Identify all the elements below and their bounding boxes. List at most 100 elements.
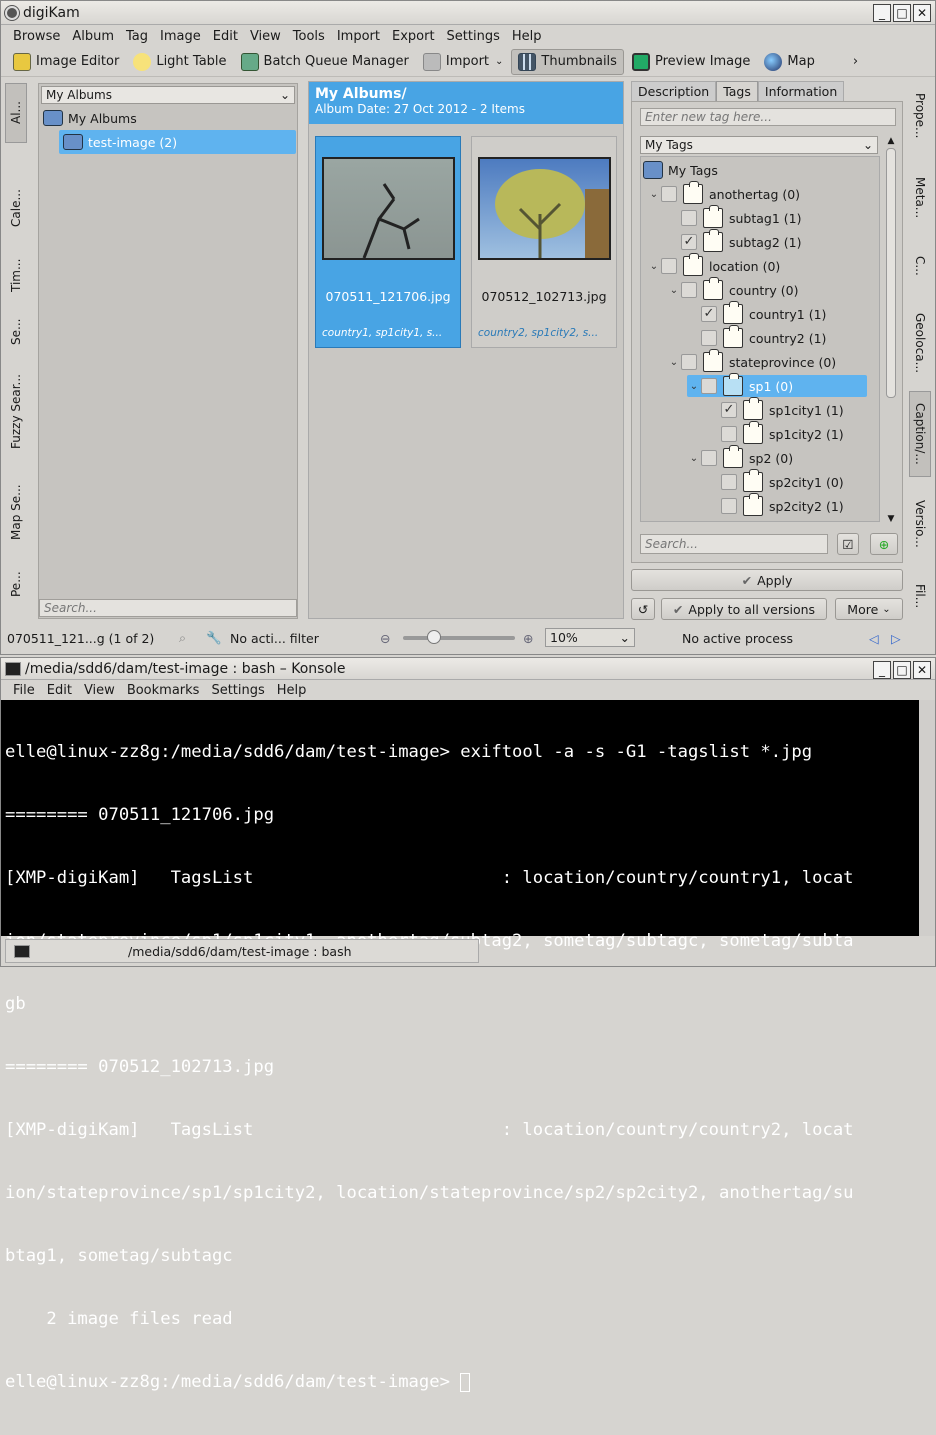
tab-fuzzy-search[interactable]: Fuzzy Sear... [5,365,27,459]
image-editor-button[interactable]: Image Editor [7,49,125,75]
tab-colors[interactable]: C... [909,243,931,289]
tag-checkbox[interactable] [701,378,717,394]
menu-view[interactable]: View [78,683,121,698]
new-tag-input[interactable]: Enter new tag here... [640,108,896,126]
minimize-button[interactable]: _ [873,4,891,22]
tab-map-search[interactable]: Map Se... [5,481,27,543]
import-button[interactable]: Import ⌄ [417,49,510,75]
batch-queue-button[interactable]: Batch Queue Manager [235,49,415,75]
thumbnail-item[interactable]: 070511_121706.jpg country1, sp1city1, s.… [315,136,461,348]
maximize-button[interactable]: □ [893,4,911,22]
menu-edit[interactable]: Edit [207,29,244,44]
tab-description[interactable]: Description [631,81,717,101]
tag-tree-scrollbar[interactable]: ▲ ▼ [884,136,898,524]
tag-checkbox[interactable] [721,426,737,442]
chevron-down-icon[interactable]: ⌄ [687,453,701,464]
tab-people[interactable]: Pe... [5,567,27,601]
scroll-up-icon[interactable]: ▲ [884,136,898,146]
tag-tree-item[interactable]: ⌄ sp2 (0) [687,445,793,469]
tag-checkbox[interactable] [721,474,737,490]
tag-checklist-button[interactable]: ☑ [837,533,859,555]
konsole-titlebar[interactable]: /media/sdd6/dam/test-image : bash – Kons… [1,658,935,680]
tag-tree-root[interactable]: My Tags [643,159,718,181]
zoom-slider[interactable] [403,630,515,644]
zoom-out-icon[interactable]: ⊖ [380,631,390,646]
chevron-down-icon[interactable]: ⌄ [687,381,701,392]
terminal-output[interactable]: elle@linux-zz8g:/media/sdd6/dam/test-ima… [1,700,919,1392]
tag-tree-item[interactable]: country2 (1) [687,325,826,349]
menu-import[interactable]: Import [331,29,386,44]
tag-search-input[interactable]: Search... [640,534,828,554]
menu-help[interactable]: Help [271,683,313,698]
tag-tree-item[interactable]: subtag1 (1) [667,205,802,229]
tag-checkbox[interactable] [701,330,717,346]
terminal-scrollbar[interactable] [919,700,935,936]
tag-checkbox[interactable] [721,498,737,514]
more-button[interactable]: More ⌄ [835,598,903,620]
tag-checkbox[interactable] [701,450,717,466]
menu-browse[interactable]: Browse [7,29,66,44]
tab-search[interactable]: Se... [5,315,27,349]
menu-image[interactable]: Image [154,29,207,44]
albums-combo[interactable]: My Albums ⌄ [41,86,295,104]
chevron-down-icon[interactable]: ⌄ [647,189,661,200]
tag-tree-item[interactable]: ✓ subtag2 (1) [667,229,802,253]
thumbnails-button[interactable]: Thumbnails [511,48,624,75]
filter-icon[interactable]: ⌕ [179,630,186,646]
thumbnail-item[interactable]: 070512_102713.jpg country2, sp1city2, s.… [471,136,617,348]
preview-image-button[interactable]: Preview Image [626,49,756,75]
digikam-titlebar[interactable]: digiKam _ □ ✕ [1,1,935,25]
tag-tree-item[interactable]: sp2city2 (1) [707,493,844,517]
menu-bookmarks[interactable]: Bookmarks [121,683,206,698]
tag-checkbox[interactable] [661,186,677,202]
light-table-button[interactable]: Light Table [127,49,232,75]
tab-information[interactable]: Information [757,81,845,101]
tab-filters[interactable]: Fil... [909,571,931,621]
minimize-button[interactable]: _ [873,661,891,679]
album-search-input[interactable]: Search... [39,599,297,617]
menu-settings[interactable]: Settings [205,683,270,698]
chevron-down-icon[interactable]: ⌄ [667,357,681,368]
tag-checkbox[interactable] [681,210,697,226]
tag-tree-item[interactable]: ✓ country1 (1) [687,301,826,325]
menu-view[interactable]: View [244,29,287,44]
tags-combo[interactable]: My Tags ⌄ [640,136,878,154]
tag-checkbox[interactable] [681,354,697,370]
scrollbar-thumb[interactable] [886,148,896,398]
chevron-down-icon[interactable]: ⌄ [647,261,661,272]
toolbar-overflow-icon[interactable]: › [853,54,858,69]
tab-properties[interactable]: Prope... [909,81,931,151]
zoom-combo[interactable]: 10% ⌄ [545,628,635,647]
menu-tag[interactable]: Tag [120,29,154,44]
close-button[interactable]: ✕ [913,661,931,679]
tab-versions[interactable]: Versio... [909,487,931,561]
terminal-tab[interactable]: /media/sdd6/dam/test-image : bash [128,944,352,959]
tag-tree-item[interactable]: ⌄ stateprovince (0) [667,349,836,373]
tag-checkbox[interactable]: ✓ [701,306,717,322]
tag-tree-item[interactable]: ⌄ location (0) [647,253,780,277]
tag-checkbox[interactable]: ✓ [721,402,737,418]
tab-geolocation[interactable]: Geoloca... [909,297,931,389]
menu-edit[interactable]: Edit [41,683,78,698]
menu-export[interactable]: Export [386,29,441,44]
menu-help[interactable]: Help [506,29,548,44]
album-root[interactable]: My Albums [43,108,137,128]
apply-button[interactable]: ✔ Apply [631,569,903,591]
zoom-in-icon[interactable]: ⊕ [523,631,533,646]
chevron-down-icon[interactable]: ⌄ [667,285,681,296]
menu-settings[interactable]: Settings [441,29,506,44]
tab-captions[interactable]: Caption/... [909,391,931,477]
tag-checkbox[interactable] [661,258,677,274]
apply-all-versions-button[interactable]: ✔ Apply to all versions [661,598,827,620]
album-test-image[interactable]: test-image (2) [59,130,296,154]
zoom-slider-handle[interactable] [427,630,441,644]
menu-file[interactable]: File [7,683,41,698]
wrench-icon[interactable]: 🔧 [206,630,222,646]
map-button[interactable]: Map [758,49,820,75]
tag-checkbox[interactable] [681,282,697,298]
tab-calendar[interactable]: Cale... [5,175,27,241]
tag-checkbox[interactable]: ✓ [681,234,697,250]
close-button[interactable]: ✕ [913,4,931,22]
tag-tree-item[interactable]: ⌄ country (0) [667,277,798,301]
tag-tree-item[interactable]: ⌄ anothertag (0) [647,181,800,205]
